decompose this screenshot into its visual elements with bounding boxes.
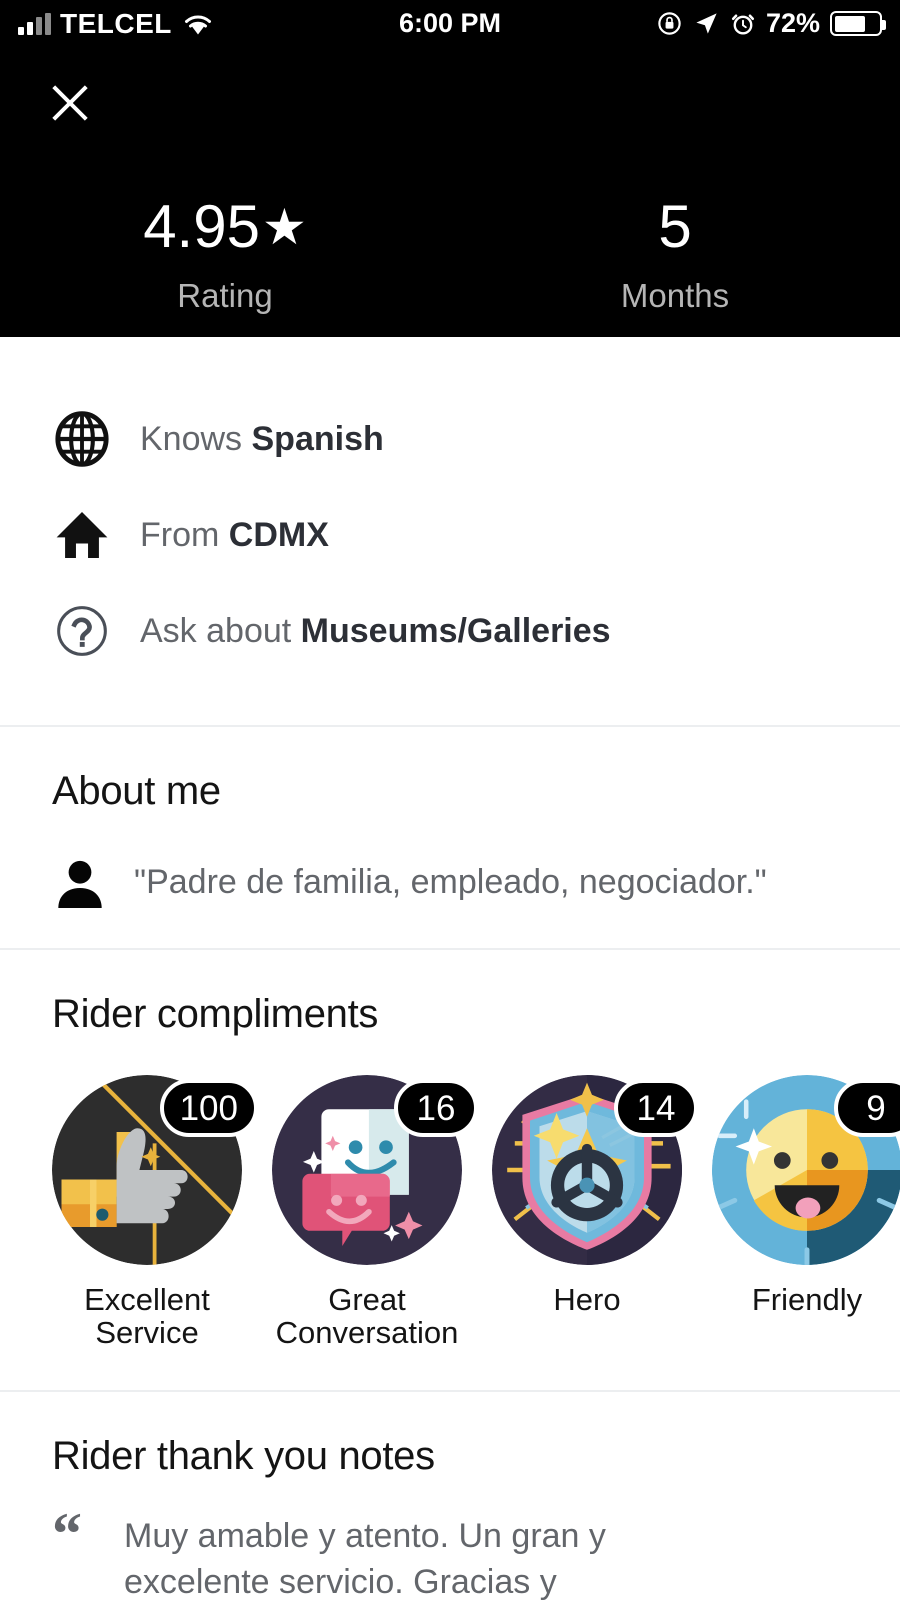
compliment-badge[interactable]: 9 Friendly bbox=[712, 1075, 900, 1350]
thank-you-note-item: “ Muy amable y atento. Un gran y excelen… bbox=[52, 1500, 848, 1600]
info-prefix: Knows bbox=[140, 419, 252, 458]
info-row-language[interactable]: Knows Spanish bbox=[0, 391, 900, 487]
compliment-badge-label: Great Conversation bbox=[275, 1282, 459, 1351]
globe-icon bbox=[52, 409, 112, 469]
rider-thank-you-notes-title: Rider thank you notes bbox=[52, 1433, 435, 1478]
person-icon bbox=[52, 856, 108, 908]
compliment-badge-count: 100 bbox=[159, 1079, 258, 1137]
close-x-icon[interactable] bbox=[42, 75, 98, 131]
signal-bars-icon bbox=[18, 12, 51, 35]
profile-screen: TELCEL 6:00 PM 72% 4.95 ★ Rating 5 Month… bbox=[0, 0, 900, 1600]
compliment-badge[interactable]: 16 Great Conversation bbox=[272, 1075, 478, 1351]
compliment-badge[interactable]: 100 Excellent Service bbox=[52, 1075, 258, 1351]
compliment-badge-count: 14 bbox=[614, 1079, 698, 1137]
info-row-from-text: From CDMX bbox=[140, 516, 329, 555]
info-value: Museums/Galleries bbox=[300, 611, 611, 650]
info-row-ask-about[interactable]: Ask about Museums/Galleries bbox=[0, 583, 900, 679]
header-stats: 4.95 ★ Rating 5 Months bbox=[0, 197, 900, 315]
stat-rating-value-row: 4.95 ★ bbox=[0, 197, 450, 257]
location-arrow-icon bbox=[696, 13, 717, 34]
info-row-from[interactable]: From CDMX bbox=[0, 487, 900, 583]
status-bar: TELCEL 6:00 PM 72% bbox=[0, 0, 900, 47]
stat-rating-label: Rating bbox=[177, 277, 273, 314]
thank-you-note-text: Muy amable y atento. Un gran y excelente… bbox=[124, 1516, 606, 1600]
rider-thank-you-notes-section: Rider thank you notes “ Muy amable y ate… bbox=[0, 1392, 900, 1600]
about-me-text: "Padre de familia, empleado, negociador.… bbox=[134, 862, 767, 901]
about-me-row: "Padre de familia, empleado, negociador.… bbox=[52, 856, 848, 908]
stat-months-value-row: 5 bbox=[450, 197, 900, 257]
stat-rating: 4.95 ★ Rating bbox=[0, 197, 450, 315]
info-prefix: Ask about bbox=[140, 611, 301, 650]
question-mark-icon bbox=[52, 601, 112, 661]
rider-compliments-section: Rider compliments 100 Excellent Service … bbox=[0, 950, 900, 1390]
about-me-title: About me bbox=[52, 769, 221, 813]
rotation-lock-icon bbox=[658, 12, 681, 35]
compliment-badge-list: 100 Excellent Service 16 Great Conversat… bbox=[52, 1075, 900, 1351]
quote-mark-icon: “ bbox=[52, 1500, 82, 1567]
battery-percent: 72% bbox=[765, 8, 820, 38]
home-icon bbox=[52, 505, 112, 565]
info-row-ask-about-text: Ask about Museums/Galleries bbox=[140, 612, 611, 651]
info-list: Knows Spanish From CDMX Ask about Museum… bbox=[0, 337, 900, 725]
compliment-badge[interactable]: 14 Hero bbox=[492, 1075, 698, 1350]
stat-months-value: 5 bbox=[658, 193, 692, 260]
status-bar-left: TELCEL bbox=[18, 8, 215, 40]
info-value: Spanish bbox=[251, 419, 384, 458]
compliment-badge-label: Friendly bbox=[751, 1282, 863, 1317]
stat-months: 5 Months bbox=[450, 197, 900, 315]
about-me-section: About me "Padre de familia, empleado, ne… bbox=[0, 727, 900, 948]
profile-header: 4.95 ★ Rating 5 Months bbox=[0, 47, 900, 337]
compliment-badge-count: 16 bbox=[394, 1079, 478, 1137]
info-value: CDMX bbox=[228, 515, 329, 554]
compliment-badge-count: 9 bbox=[834, 1079, 900, 1137]
info-row-language-text: Knows Spanish bbox=[140, 420, 384, 459]
battery-icon bbox=[830, 11, 886, 36]
carrier-name: TELCEL bbox=[60, 7, 172, 39]
star-icon: ★ bbox=[261, 199, 307, 255]
info-prefix: From bbox=[140, 515, 229, 554]
compliment-badge-label: Excellent Service bbox=[84, 1282, 210, 1351]
alarm-clock-icon bbox=[731, 13, 755, 35]
stat-months-label: Months bbox=[620, 277, 730, 314]
wifi-icon bbox=[184, 15, 211, 34]
stat-rating-value: 4.95 bbox=[143, 193, 260, 260]
rider-compliments-title: Rider compliments bbox=[52, 992, 379, 1036]
compliment-badge-label: Hero bbox=[553, 1282, 621, 1317]
status-bar-right: 72% bbox=[656, 8, 886, 39]
